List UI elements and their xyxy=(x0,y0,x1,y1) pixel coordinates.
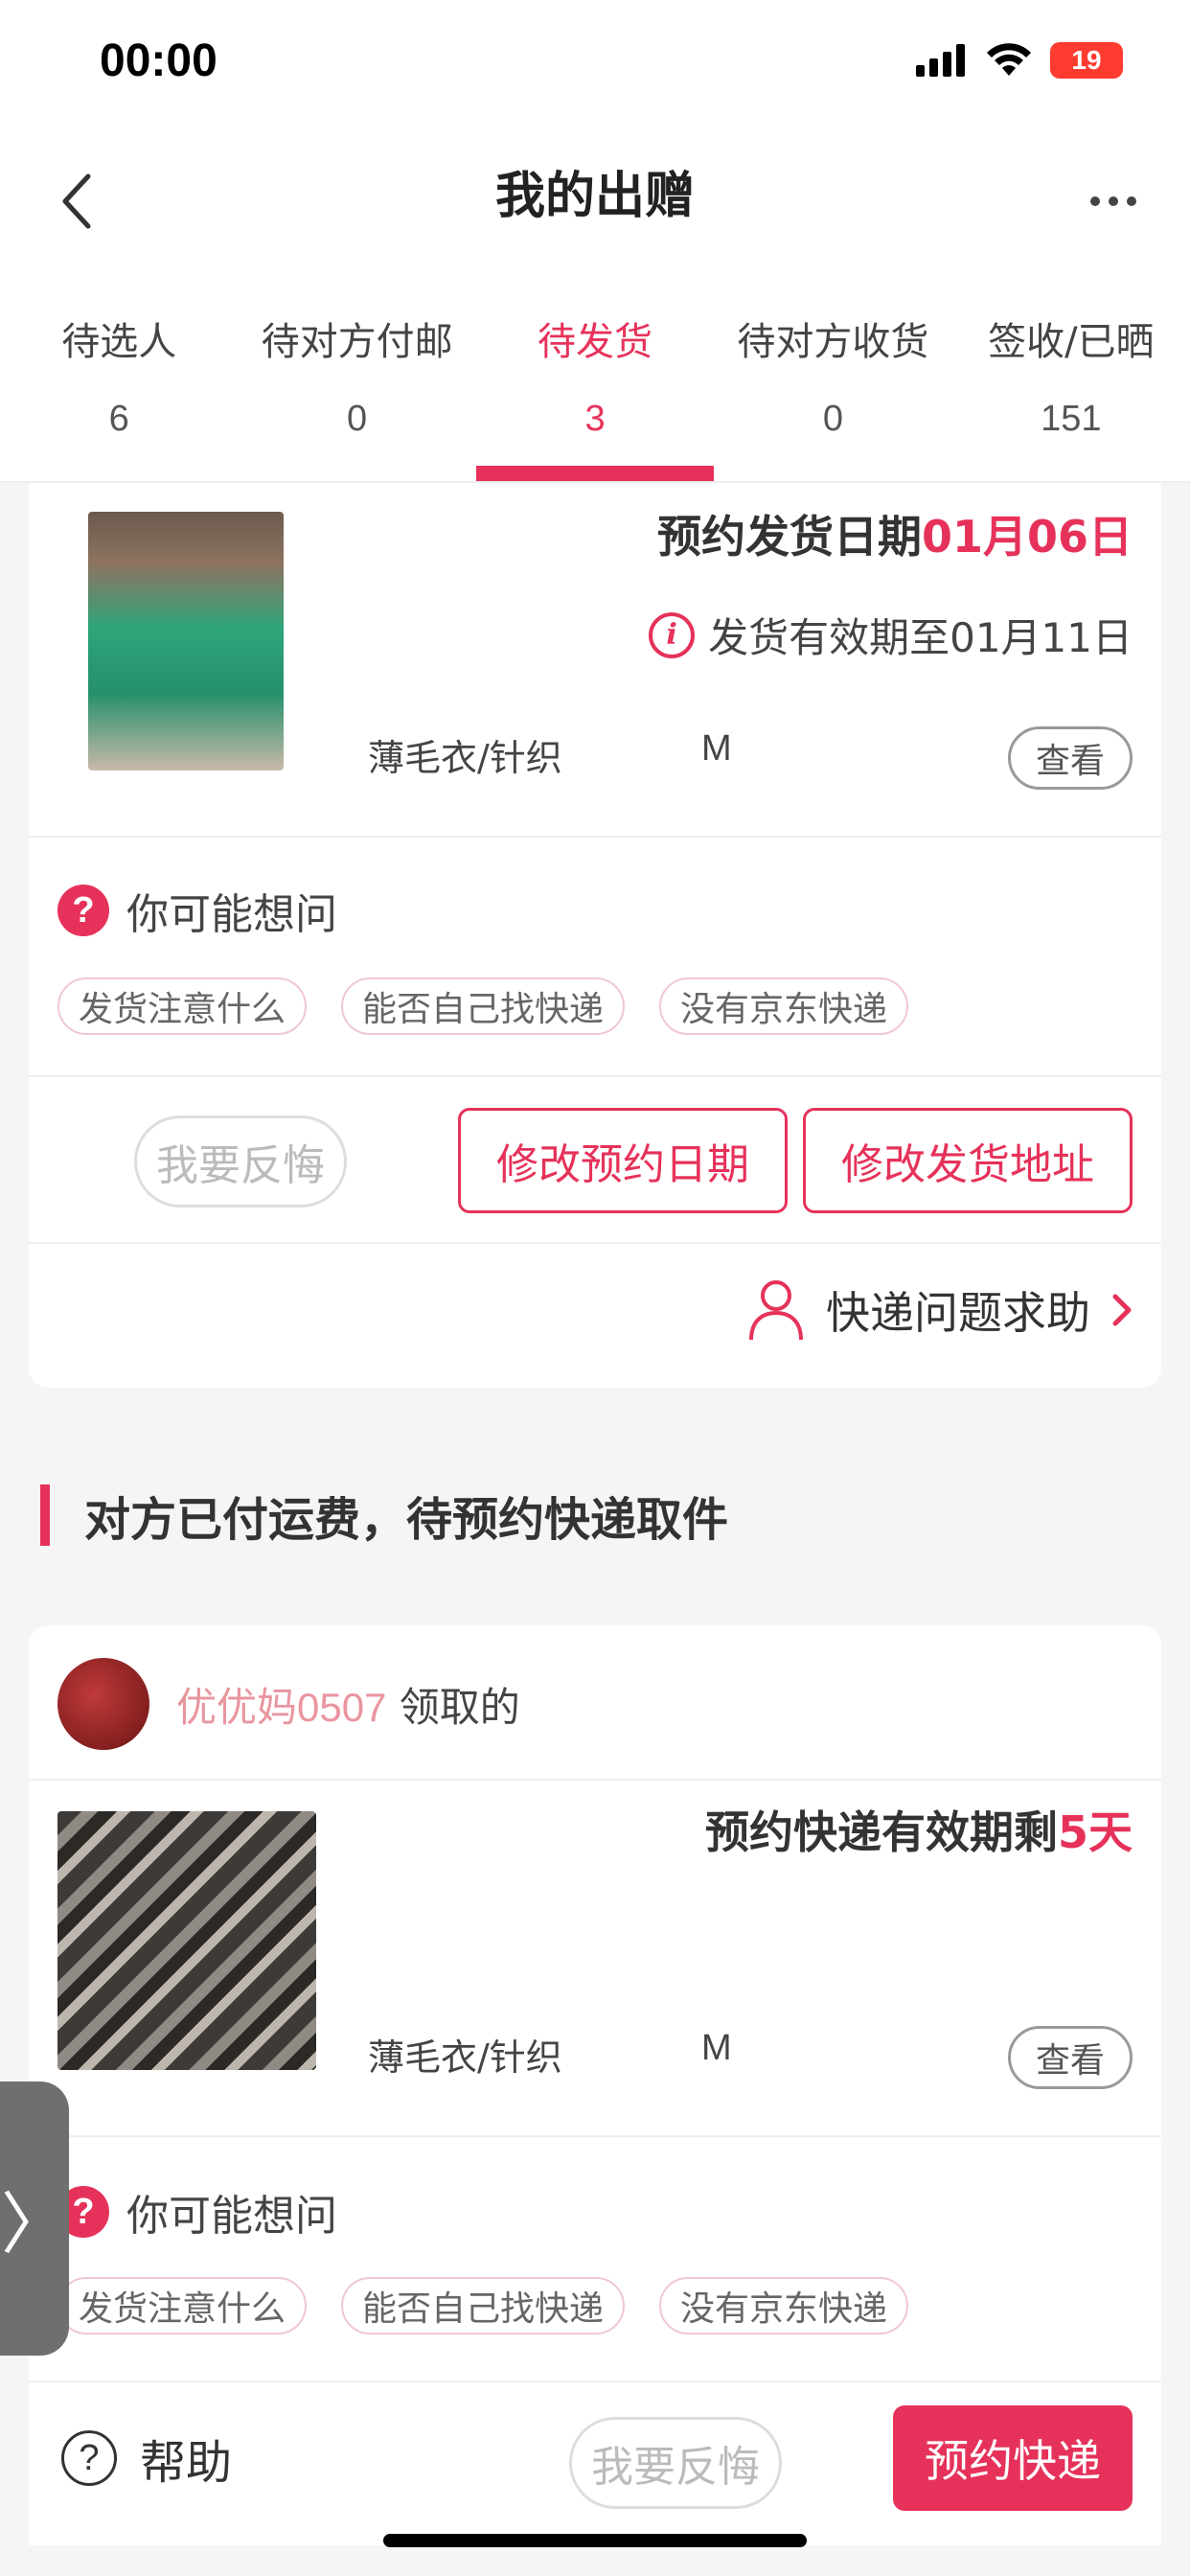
receiver-suffix: 领取的 xyxy=(386,1684,520,1731)
book-courier-button[interactable]: 预约快递 xyxy=(893,2405,1133,2511)
page-title: 我的出赠 xyxy=(494,168,695,225)
product-category: 薄毛衣/针织 xyxy=(368,737,562,779)
tab-count: 0 xyxy=(822,399,843,439)
faq-chip[interactable]: 能否自己找快递 xyxy=(341,978,626,1035)
more-button[interactable] xyxy=(1075,172,1152,230)
tab-pending-select[interactable]: 待选人 6 xyxy=(0,278,238,481)
user-icon xyxy=(749,1280,803,1341)
faq-title: 你可能想问 xyxy=(126,2192,337,2241)
faq-title: 你可能想问 xyxy=(126,890,337,939)
pickup-remaining: 预约快递有效期剩5天 xyxy=(705,1798,1133,1861)
faq-chip[interactable]: 能否自己找快递 xyxy=(341,2277,626,2334)
divider xyxy=(29,1075,1161,1077)
bottom-action-bar: ? 帮助 我要反悔 预约快递 xyxy=(29,2380,1161,2545)
tab-count: 6 xyxy=(108,399,129,439)
faq-chips: 发货注意什么 能否自己找快递 没有京东快递 xyxy=(57,2277,909,2334)
ship-valid-until: 发货有效期至01月11日 xyxy=(708,614,1133,661)
product-size: M xyxy=(701,728,732,769)
faq-chip[interactable]: 发货注意什么 xyxy=(57,2277,308,2334)
battery-level: 19 xyxy=(1071,45,1102,75)
divider xyxy=(29,836,1161,838)
chevron-right-icon: 〉 xyxy=(1,2184,68,2264)
tab-count: 0 xyxy=(347,399,368,439)
pickup-remaining-label: 预约快递有效期剩 xyxy=(704,1806,1058,1858)
status-icons: 19 xyxy=(916,42,1123,79)
order-card-scheduled: 预约发货日期01月06日 i 发货有效期至01月11日 薄毛衣/针织 M 查看 … xyxy=(29,483,1161,1388)
courier-help-link[interactable]: 快递问题求助 xyxy=(747,1278,1133,1342)
product-image[interactable] xyxy=(57,1811,316,2070)
scheduled-ship-date: 预约发货日期01月06日 xyxy=(657,502,1133,565)
change-date-button[interactable]: 修改预约日期 xyxy=(458,1108,788,1213)
side-drawer-handle[interactable]: 〉 xyxy=(0,2082,69,2356)
courier-help-label: 快递问题求助 xyxy=(826,1287,1090,1339)
wifi-icon xyxy=(987,43,1031,76)
tab-pending-ship[interactable]: 待发货 3 xyxy=(475,278,715,481)
change-address-button[interactable]: 修改发货地址 xyxy=(803,1108,1133,1213)
faq-chip[interactable]: 发货注意什么 xyxy=(57,978,308,1035)
regret-button[interactable]: 我要反悔 xyxy=(134,1116,347,1208)
faq-chip[interactable]: 没有京东快递 xyxy=(659,978,909,1035)
regret-button[interactable]: 我要反悔 xyxy=(569,2417,782,2509)
tab-count: 151 xyxy=(1041,399,1102,439)
product-size: M xyxy=(701,2028,732,2068)
more-dots-icon xyxy=(1090,196,1136,206)
signal-icon xyxy=(916,44,965,77)
product-image[interactable] xyxy=(88,512,284,770)
tab-pending-postage[interactable]: 待对方付邮 0 xyxy=(238,278,475,481)
section-accent-bar xyxy=(40,1484,50,1546)
tab-label: 待选人 xyxy=(61,320,177,364)
section-header: 对方已付运费，待预约快递取件 xyxy=(40,1482,728,1549)
tab-label: 待对方付邮 xyxy=(261,320,453,364)
home-indicator[interactable] xyxy=(383,2534,807,2547)
receiver-name[interactable]: 优优妈0507 xyxy=(176,1685,386,1730)
ship-valid-row: i 发货有效期至01月11日 xyxy=(649,606,1133,664)
tab-label: 签收/已晒 xyxy=(988,320,1155,364)
help-icon: ? xyxy=(61,2430,117,2486)
info-icon: i xyxy=(649,611,696,658)
tab-count: 3 xyxy=(584,399,606,439)
tab-pending-receive[interactable]: 待对方收货 0 xyxy=(714,278,951,481)
question-icon: ? xyxy=(57,885,109,936)
tab-label: 待发货 xyxy=(538,320,653,364)
help-button[interactable]: ? 帮助 xyxy=(61,2425,232,2492)
chevron-right-icon xyxy=(1112,1294,1132,1326)
section-title: 对方已付运费，待预约快递取件 xyxy=(84,1493,729,1547)
divider xyxy=(29,2135,1161,2137)
tab-label: 待对方收货 xyxy=(737,320,929,364)
ship-date-label: 预约发货日期 xyxy=(656,511,922,563)
avatar[interactable] xyxy=(57,1658,149,1750)
status-bar: 00:00 19 xyxy=(0,0,1190,134)
view-button[interactable]: 查看 xyxy=(1008,2026,1133,2089)
faq-chip[interactable]: 没有京东快递 xyxy=(659,2277,909,2334)
status-time: 00:00 xyxy=(100,35,217,86)
receiver-line: 优优妈0507 领取的 xyxy=(176,1675,520,1734)
ship-date-value: 01月06日 xyxy=(921,511,1133,563)
divider xyxy=(29,1779,1161,1781)
faq-header: ? 你可能想问 xyxy=(57,2181,337,2242)
divider xyxy=(29,1242,1161,1244)
faq-chips: 发货注意什么 能否自己找快递 没有京东快递 xyxy=(57,978,909,1035)
nav-bar: 我的出赠 xyxy=(0,134,1190,278)
battery-icon: 19 xyxy=(1050,42,1123,79)
product-category: 薄毛衣/针织 xyxy=(368,2036,562,2079)
faq-header: ? 你可能想问 xyxy=(57,880,337,941)
view-button[interactable]: 查看 xyxy=(1008,726,1133,790)
tab-received[interactable]: 签收/已晒 151 xyxy=(952,278,1190,481)
status-tabs: 待选人 6 待对方付邮 0 待发货 3 待对方收货 0 签收/已晒 151 xyxy=(0,278,1190,483)
help-label: 帮助 xyxy=(140,2436,233,2490)
pickup-remaining-value: 5天 xyxy=(1057,1806,1133,1858)
